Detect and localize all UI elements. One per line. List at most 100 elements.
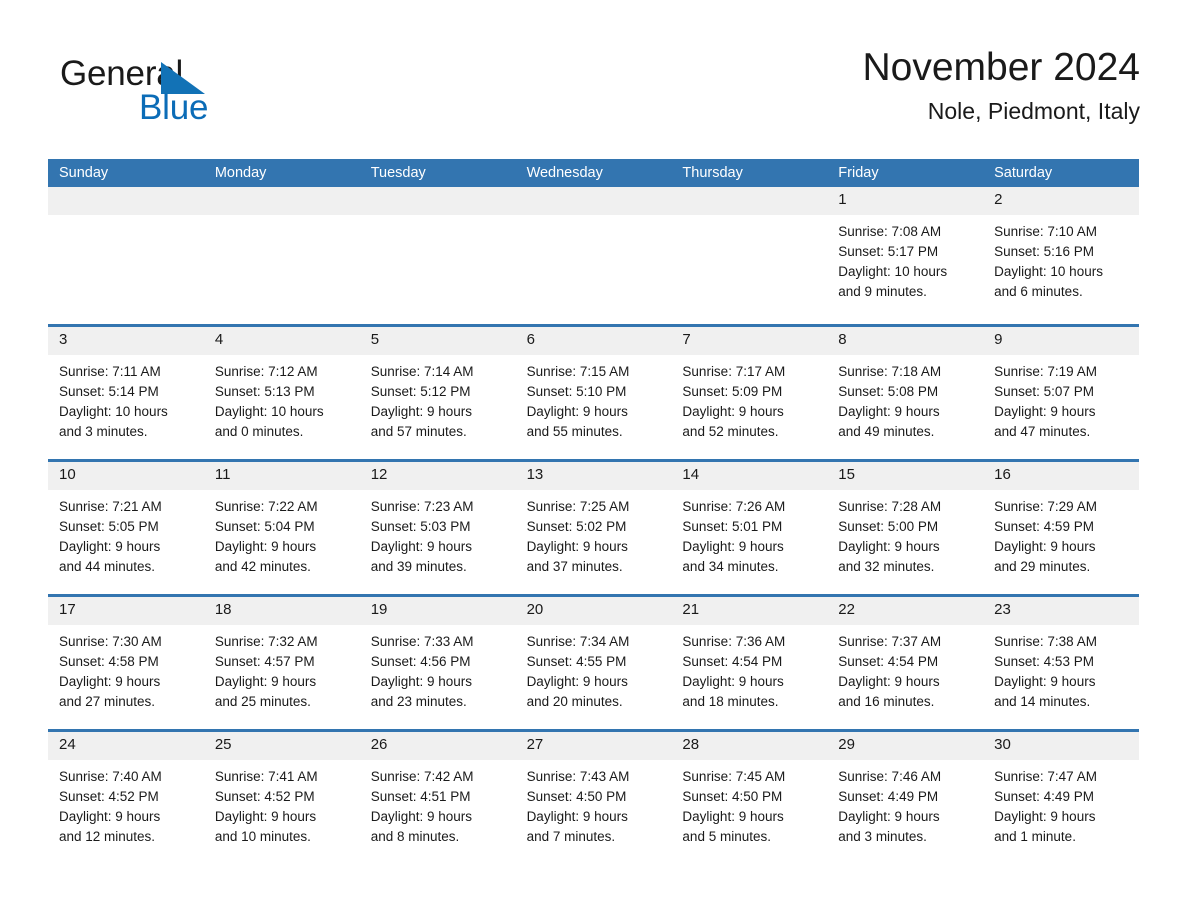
day-number: 18 bbox=[203, 597, 360, 625]
sunset-text: Sunset: 4:58 PM bbox=[59, 654, 159, 669]
sunrise-text: Sunrise: 7:34 AM bbox=[526, 634, 630, 649]
daylight-text-cont: and 29 minutes. bbox=[994, 559, 1091, 574]
calendar-day-cell[interactable]: 8 Sunrise: 7:18 AM Sunset: 5:08 PM Daylight… bbox=[827, 327, 984, 459]
daylight-text-cont: and 5 minutes. bbox=[682, 829, 771, 844]
daylight-text: Daylight: 9 hours bbox=[370, 674, 473, 689]
calendar-day-cell[interactable]: 4 Sunrise: 7:12 AM Sunset: 5:13 PM Daylight… bbox=[203, 327, 360, 459]
calendar-day-cell[interactable]: 27 Sunrise: 7:43 AM Sunset: 4:50 PM Dayligh… bbox=[515, 732, 672, 862]
weekday-header-saturday: Saturday bbox=[994, 165, 1053, 181]
calendar-day-cell[interactable]: 7 Sunrise: 7:17 AM Sunset: 5:09 PM Daylight… bbox=[671, 327, 828, 459]
calendar-day-cell[interactable]: 13 Sunrise: 7:25 AM Sunset: 5:02 PM Dayligh… bbox=[515, 462, 672, 594]
day-number: 5 bbox=[359, 327, 516, 355]
calendar-day-cell[interactable]: 17 Sunrise: 7:30 AM Sunset: 4:58 PM Dayligh… bbox=[48, 597, 204, 729]
day-number: 25 bbox=[203, 732, 360, 760]
day-details: Sunrise: 7:10 AM Sunset: 5:16 PM Daylight:… bbox=[983, 215, 1139, 302]
daylight-text-cont: and 14 minutes. bbox=[994, 694, 1091, 709]
calendar-day-cell[interactable]: 23 Sunrise: 7:38 AM Sunset: 4:53 PM Dayligh… bbox=[983, 597, 1139, 729]
daylight-text: Daylight: 9 hours bbox=[994, 539, 1096, 554]
day-number: 29 bbox=[827, 732, 984, 760]
day-details: Sunrise: 7:37 AM Sunset: 4:54 PM Daylight:… bbox=[827, 625, 983, 712]
daylight-text-cont: and 52 minutes. bbox=[682, 424, 779, 439]
weekday-header-thursday: Thursday bbox=[682, 165, 743, 181]
calendar-day-cell[interactable]: 9 Sunrise: 7:19 AM Sunset: 5:07 PM Daylight… bbox=[983, 327, 1139, 459]
daylight-text-cont: and 20 minutes. bbox=[526, 694, 623, 709]
sunrise-text: Sunrise: 7:23 AM bbox=[370, 499, 474, 514]
day-number: 12 bbox=[359, 462, 516, 490]
sunset-text: Sunset: 5:13 PM bbox=[214, 384, 315, 399]
day-number: 24 bbox=[48, 732, 204, 760]
calendar-day-cell[interactable]: 22 Sunrise: 7:37 AM Sunset: 4:54 PM Dayligh… bbox=[827, 597, 984, 729]
day-details: Sunrise: 7:18 AM Sunset: 5:08 PM Daylight:… bbox=[827, 355, 983, 442]
calendar-day-cell[interactable]: 16 Sunrise: 7:29 AM Sunset: 4:59 PM Dayligh… bbox=[983, 462, 1139, 594]
sunset-text: Sunset: 5:01 PM bbox=[682, 519, 783, 534]
calendar-weeks: 1 Sunrise: 7:08 AM Sunset: 5:17 PM Daylight… bbox=[48, 187, 1139, 862]
day-number: 22 bbox=[827, 597, 984, 625]
daylight-text: Daylight: 9 hours bbox=[370, 809, 473, 824]
day-number: 8 bbox=[827, 327, 984, 355]
sunset-text: Sunset: 5:09 PM bbox=[682, 384, 783, 399]
page-header: General Blue November 2024 Nole, Piedmon… bbox=[48, 42, 1140, 146]
sunset-text: Sunset: 4:50 PM bbox=[526, 789, 627, 804]
daylight-text: Daylight: 9 hours bbox=[682, 539, 784, 554]
calendar-day-cell[interactable]: 24 Sunrise: 7:40 AM Sunset: 4:52 PM Dayligh… bbox=[48, 732, 204, 862]
sunrise-text: Sunrise: 7:42 AM bbox=[370, 769, 474, 784]
calendar-day-cell[interactable]: 6 Sunrise: 7:15 AM Sunset: 5:10 PM Daylight… bbox=[515, 327, 672, 459]
sunrise-text: Sunrise: 7:36 AM bbox=[682, 634, 786, 649]
daylight-text-cont: and 10 minutes. bbox=[214, 829, 311, 844]
sunset-text: Sunset: 5:07 PM bbox=[994, 384, 1094, 399]
calendar-day-cell[interactable]: 30 Sunrise: 7:47 AM Sunset: 4:49 PM Dayligh… bbox=[983, 732, 1139, 862]
day-number: 7 bbox=[671, 327, 828, 355]
calendar-day-cell[interactable]: 15 Sunrise: 7:28 AM Sunset: 5:00 PM Dayligh… bbox=[827, 462, 984, 594]
calendar-day-cell[interactable]: 29 Sunrise: 7:46 AM Sunset: 4:49 PM Dayligh… bbox=[827, 732, 984, 862]
day-number: 17 bbox=[48, 597, 204, 625]
day-details: Sunrise: 7:30 AM Sunset: 4:58 PM Daylight:… bbox=[48, 625, 204, 712]
sunrise-text: Sunrise: 7:10 AM bbox=[994, 224, 1097, 239]
calendar-day-cell[interactable]: 19 Sunrise: 7:33 AM Sunset: 4:56 PM Dayligh… bbox=[359, 597, 516, 729]
calendar-day-cell[interactable]: 1 Sunrise: 7:08 AM Sunset: 5:17 PM Daylight… bbox=[827, 187, 984, 324]
calendar-day-cell[interactable]: 20 Sunrise: 7:34 AM Sunset: 4:55 PM Dayligh… bbox=[515, 597, 672, 729]
day-number bbox=[359, 187, 516, 215]
calendar-day-cell[interactable]: 14 Sunrise: 7:26 AM Sunset: 5:01 PM Dayligh… bbox=[671, 462, 828, 594]
sunrise-text: Sunrise: 7:47 AM bbox=[994, 769, 1097, 784]
day-number: 23 bbox=[983, 597, 1139, 625]
calendar-day-cell[interactable]: 18 Sunrise: 7:32 AM Sunset: 4:57 PM Dayligh… bbox=[203, 597, 360, 729]
sunrise-text: Sunrise: 7:25 AM bbox=[526, 499, 630, 514]
daylight-text: Daylight: 9 hours bbox=[838, 809, 940, 824]
daylight-text: Daylight: 9 hours bbox=[526, 539, 628, 554]
calendar-grid: Sunday Monday Tuesday Wednesday Thursday Frid… bbox=[48, 159, 1139, 862]
day-details bbox=[516, 215, 672, 222]
generalblue-logo[interactable]: General Blue bbox=[60, 54, 360, 134]
day-details: Sunrise: 7:11 AM Sunset: 5:14 PM Daylight:… bbox=[48, 355, 204, 442]
calendar-day-cell[interactable]: 10 Sunrise: 7:21 AM Sunset: 5:05 PM Dayligh… bbox=[48, 462, 204, 594]
calendar-day-cell[interactable]: 21 Sunrise: 7:36 AM Sunset: 4:54 PM Dayligh… bbox=[671, 597, 828, 729]
location-subtitle: Nole, Piedmont, Italy bbox=[927, 98, 1140, 124]
day-number: 10 bbox=[48, 462, 204, 490]
sunset-text: Sunset: 4:49 PM bbox=[994, 789, 1094, 804]
daylight-text: Daylight: 9 hours bbox=[59, 539, 161, 554]
calendar-day-cell[interactable]: 11 Sunrise: 7:22 AM Sunset: 5:04 PM Dayligh… bbox=[203, 462, 360, 594]
calendar-day-cell[interactable]: 3 Sunrise: 7:11 AM Sunset: 5:14 PM Daylight… bbox=[48, 327, 204, 459]
sunrise-text: Sunrise: 7:17 AM bbox=[682, 364, 786, 379]
daylight-text-cont: and 34 minutes. bbox=[682, 559, 779, 574]
day-details: Sunrise: 7:17 AM Sunset: 5:09 PM Daylight:… bbox=[671, 355, 827, 442]
day-number: 19 bbox=[359, 597, 516, 625]
day-details: Sunrise: 7:38 AM Sunset: 4:53 PM Daylight:… bbox=[983, 625, 1139, 712]
calendar-day-cell[interactable]: 26 Sunrise: 7:42 AM Sunset: 4:51 PM Dayligh… bbox=[359, 732, 516, 862]
sunrise-text: Sunrise: 7:40 AM bbox=[59, 769, 162, 784]
calendar-day-cell[interactable]: 5 Sunrise: 7:14 AM Sunset: 5:12 PM Daylight… bbox=[359, 327, 516, 459]
sunset-text: Sunset: 4:57 PM bbox=[214, 654, 315, 669]
sunrise-text: Sunrise: 7:21 AM bbox=[59, 499, 162, 514]
calendar-cell-empty bbox=[48, 187, 204, 324]
sunset-text: Sunset: 4:54 PM bbox=[838, 654, 939, 669]
calendar-day-cell[interactable]: 2 Sunrise: 7:10 AM Sunset: 5:16 PM Daylight… bbox=[983, 187, 1139, 324]
day-details: Sunrise: 7:42 AM Sunset: 4:51 PM Daylight:… bbox=[360, 760, 516, 847]
calendar-cell-empty bbox=[671, 187, 828, 324]
sunset-text: Sunset: 4:56 PM bbox=[370, 654, 471, 669]
daylight-text-cont: and 16 minutes. bbox=[838, 694, 935, 709]
calendar-day-cell[interactable]: 12 Sunrise: 7:23 AM Sunset: 5:03 PM Dayligh… bbox=[359, 462, 516, 594]
calendar-day-cell[interactable]: 28 Sunrise: 7:45 AM Sunset: 4:50 PM Dayligh… bbox=[671, 732, 828, 862]
daylight-text: Daylight: 9 hours bbox=[214, 539, 317, 554]
calendar-day-cell[interactable]: 25 Sunrise: 7:41 AM Sunset: 4:52 PM Dayligh… bbox=[203, 732, 360, 862]
day-number: 27 bbox=[515, 732, 672, 760]
daylight-text-cont: and 1 minute. bbox=[994, 829, 1076, 844]
